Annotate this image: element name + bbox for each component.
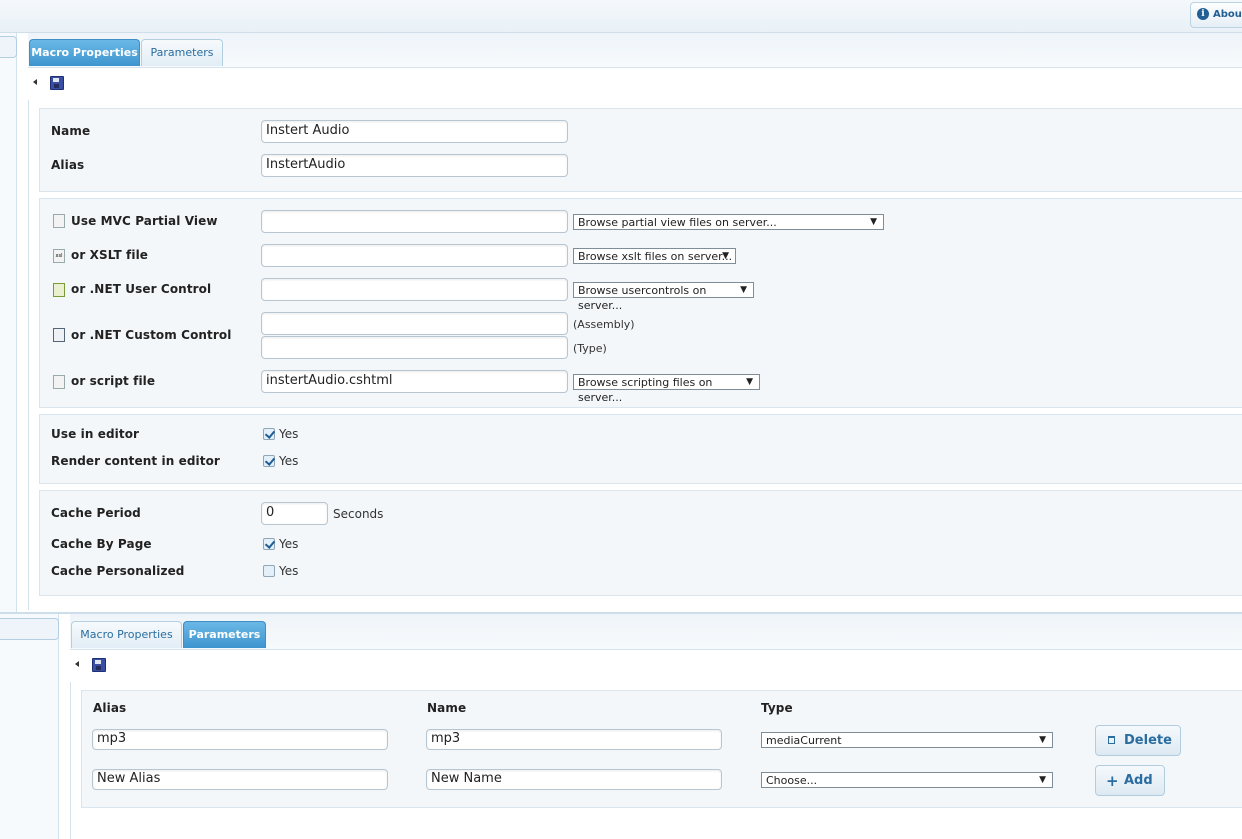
editor-group xyxy=(39,414,1242,484)
xslt-icon: xsl xyxy=(53,249,65,263)
assembly-input[interactable] xyxy=(261,312,568,335)
param-type-select[interactable]: mediaCurrent ▼ xyxy=(761,732,1053,748)
assembly-hint: (Assembly) xyxy=(573,318,635,331)
cache-by-page-yes: Yes xyxy=(279,537,299,551)
custom-control-label: or .NET Custom Control xyxy=(71,328,232,342)
cache-personalized-checkbox[interactable] xyxy=(263,565,275,577)
tab-macro-properties[interactable]: Macro Properties xyxy=(71,621,182,648)
cache-personalized-label: Cache Personalized xyxy=(51,564,185,578)
collapse-arrow-icon[interactable] xyxy=(33,79,37,85)
custom-control-icon xyxy=(53,328,65,342)
script-browse-select[interactable]: Browse scripting files on server... ▼ xyxy=(573,374,760,404)
dropdown-arrow-icon: ▼ xyxy=(1039,735,1046,745)
script-label: or script file xyxy=(71,374,156,388)
cache-group xyxy=(39,490,1242,596)
name-alias-group xyxy=(39,108,1242,192)
column-header-type: Type xyxy=(761,701,793,715)
param-alias-input[interactable]: mp3 xyxy=(92,729,388,750)
render-in-editor-yes: Yes xyxy=(279,454,299,468)
xslt-browse-select[interactable]: Browse xslt files on server... ▼ xyxy=(573,248,736,264)
usercontrol-label: or .NET User Control xyxy=(71,282,212,296)
add-button[interactable]: + Add xyxy=(1095,765,1165,796)
delete-button[interactable]: Delete xyxy=(1095,725,1181,756)
xslt-input[interactable] xyxy=(261,244,568,267)
about-button[interactable]: i About xyxy=(1190,2,1242,28)
type-hint: (Type) xyxy=(573,342,607,355)
info-icon: i xyxy=(1197,8,1209,20)
alias-input[interactable]: InstertAudio xyxy=(261,154,568,177)
new-type-text: Choose... xyxy=(766,774,818,787)
render-in-editor-checkbox[interactable] xyxy=(263,455,275,467)
new-name-input[interactable]: New Name xyxy=(426,769,722,790)
bottom-toolbar xyxy=(70,649,1242,683)
type-input[interactable] xyxy=(261,336,568,359)
partial-view-icon xyxy=(53,214,65,228)
cache-period-input[interactable]: 0 xyxy=(261,502,328,525)
left-sidebar-tab[interactable] xyxy=(0,36,17,58)
cache-period-unit: Seconds xyxy=(333,507,384,521)
trash-icon xyxy=(1108,736,1115,744)
plus-icon: + xyxy=(1106,772,1119,790)
new-type-select[interactable]: Choose... ▼ xyxy=(761,772,1053,788)
mvc-label: Use MVC Partial View xyxy=(71,214,218,228)
cache-by-page-checkbox[interactable] xyxy=(263,538,275,550)
usercontrol-icon xyxy=(53,283,65,297)
tab-parameters[interactable]: Parameters xyxy=(141,39,223,66)
left-sidebar-strip-bottom xyxy=(0,614,59,839)
delete-label: Delete xyxy=(1124,733,1172,748)
render-in-editor-label: Render content in editor xyxy=(51,454,220,468)
script-input[interactable]: instertAudio.cshtml xyxy=(261,370,568,393)
usercontrol-input[interactable] xyxy=(261,278,568,301)
left-sidebar-tab-bottom[interactable] xyxy=(0,618,59,640)
dropdown-arrow-icon: ▼ xyxy=(746,377,753,387)
save-icon[interactable] xyxy=(50,76,64,90)
name-input[interactable]: Instert Audio xyxy=(261,120,568,143)
tab-parameters[interactable]: Parameters xyxy=(183,621,266,648)
cache-by-page-label: Cache By Page xyxy=(51,537,152,551)
use-in-editor-checkbox[interactable] xyxy=(263,428,275,440)
tab-macro-properties[interactable]: Macro Properties xyxy=(29,39,140,66)
column-header-alias: Alias xyxy=(93,701,127,715)
script-icon xyxy=(53,375,65,389)
dropdown-arrow-icon: ▼ xyxy=(722,251,729,261)
dropdown-arrow-icon: ▼ xyxy=(1039,775,1046,785)
xslt-label: or XSLT file xyxy=(71,248,149,262)
use-in-editor-label: Use in editor xyxy=(51,427,140,441)
mvc-browse-select[interactable]: Browse partial view files on server... ▼ xyxy=(573,214,884,230)
use-in-editor-yes: Yes xyxy=(279,427,299,441)
param-name-input[interactable]: mp3 xyxy=(426,729,722,750)
column-header-name: Name xyxy=(427,701,467,715)
cache-period-label: Cache Period xyxy=(51,506,141,520)
name-label: Name xyxy=(51,124,91,138)
collapse-arrow-icon[interactable] xyxy=(75,661,79,667)
alias-label: Alias xyxy=(51,158,85,172)
top-bar xyxy=(0,0,1242,33)
dropdown-arrow-icon: ▼ xyxy=(740,285,747,295)
usercontrol-browse-select[interactable]: Browse usercontrols on server... ▼ xyxy=(573,282,754,312)
param-type-text: mediaCurrent xyxy=(766,734,842,747)
dropdown-arrow-icon: ▼ xyxy=(870,217,877,227)
top-toolbar xyxy=(28,67,1242,101)
mvc-input[interactable] xyxy=(261,210,568,233)
save-icon[interactable] xyxy=(92,658,106,672)
left-sidebar-strip xyxy=(0,33,17,613)
about-label: About xyxy=(1213,9,1242,20)
xslt-browse-text: Browse xslt files on server... xyxy=(578,250,733,263)
add-label: Add xyxy=(1124,773,1153,788)
new-alias-input[interactable]: New Alias xyxy=(92,769,388,790)
cache-personalized-yes: Yes xyxy=(279,564,299,578)
mvc-browse-text: Browse partial view files on server... xyxy=(578,216,777,229)
